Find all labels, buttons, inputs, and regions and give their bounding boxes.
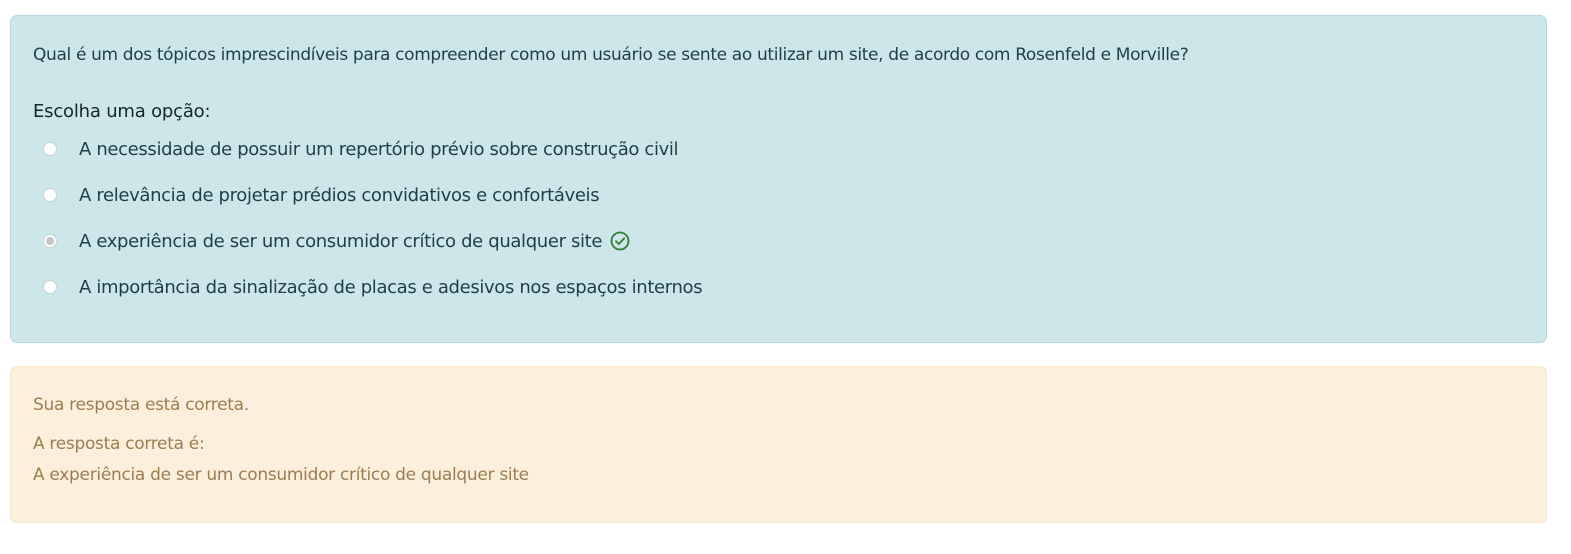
feedback-panel: Sua resposta está correta. A resposta co… [10, 366, 1547, 523]
question-panel: Qual é um dos tópicos imprescindíveis pa… [10, 15, 1547, 343]
feedback-status: Sua resposta está correta. [33, 395, 249, 415]
option-3[interactable]: A experiência de ser um consumidor críti… [43, 229, 630, 253]
option-label: A relevância de projetar prédios convida… [79, 184, 600, 206]
option-label: A experiência de ser um consumidor críti… [79, 230, 603, 252]
option-label: A necessidade de possuir um repertório p… [79, 138, 679, 160]
radio-button[interactable] [43, 280, 57, 294]
radio-button[interactable] [43, 142, 57, 156]
correct-answer-text: A experiência de ser um consumidor críti… [33, 465, 529, 485]
check-circle-icon [610, 231, 630, 251]
question-text: Qual é um dos tópicos imprescindíveis pa… [33, 45, 1189, 65]
correct-answer-label: A resposta correta é: [33, 434, 205, 454]
option-4[interactable]: A importância da sinalização de placas e… [43, 275, 703, 299]
option-2[interactable]: A relevância de projetar prédios convida… [43, 183, 600, 207]
choose-option-prompt: Escolha uma opção: [33, 101, 211, 122]
radio-button-selected[interactable] [43, 234, 57, 248]
option-label: A importância da sinalização de placas e… [79, 276, 703, 298]
option-1[interactable]: A necessidade de possuir um repertório p… [43, 137, 679, 161]
radio-button[interactable] [43, 188, 57, 202]
